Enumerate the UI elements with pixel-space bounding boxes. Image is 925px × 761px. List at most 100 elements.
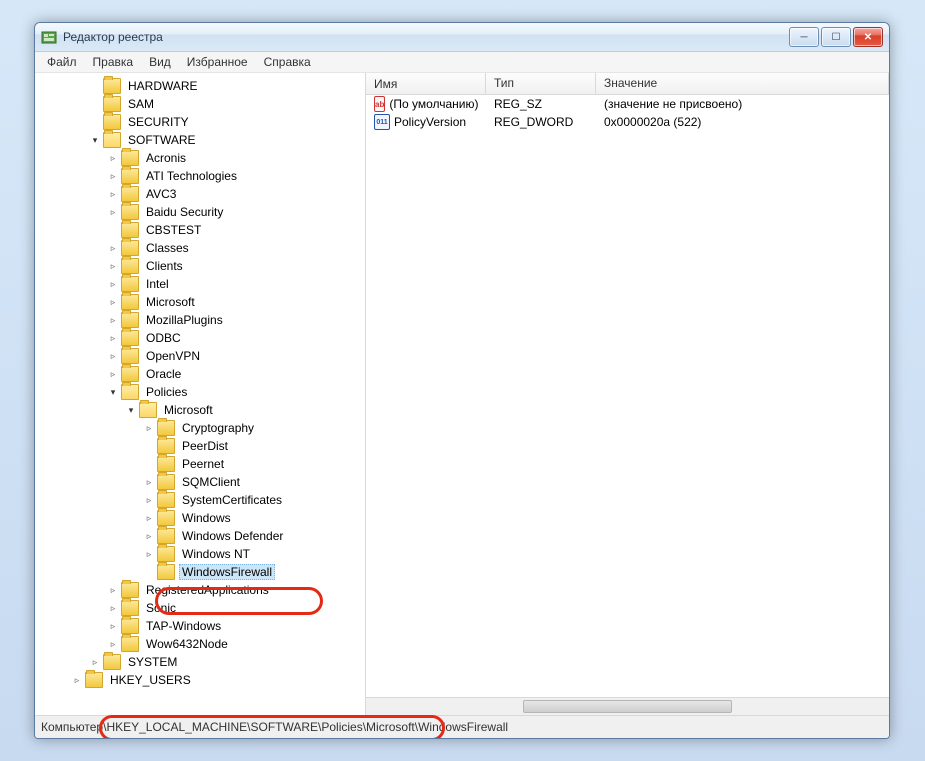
tree-item-label: Windows [179, 510, 234, 526]
tree-item[interactable]: ▹ Oracle [35, 365, 365, 383]
chevron-right-icon[interactable]: ▹ [107, 638, 119, 650]
chevron-right-icon[interactable]: ▹ [107, 368, 119, 380]
tree-item[interactable]: ▾Policies [35, 383, 365, 401]
tree-item-label: TAP-Windows [143, 618, 224, 634]
scrollbar-thumb[interactable] [523, 700, 732, 713]
tree-item[interactable]: ▹MozillaPlugins [35, 311, 365, 329]
chevron-right-icon[interactable]: ▹ [143, 494, 155, 506]
folder-icon [121, 294, 139, 310]
chevron-right-icon[interactable]: ▹ [107, 278, 119, 290]
tree-item[interactable]: ▹ TAP-Windows [35, 617, 365, 635]
tree-item[interactable]: ▹ODBC [35, 329, 365, 347]
tree-item[interactable]: ▹RegisteredApplications [35, 581, 365, 599]
tree-item[interactable]: ▹SYSTEM [35, 653, 365, 671]
list-header[interactable]: Имя Тип Значение [366, 73, 889, 95]
chevron-right-icon[interactable]: ▹ [107, 620, 119, 632]
menu-file[interactable]: Файл [39, 55, 85, 69]
chevron-right-icon[interactable]: ▹ [107, 350, 119, 362]
tree-item[interactable]: ▹Cryptography [35, 419, 365, 437]
tree-item[interactable]: ▹Baidu Security [35, 203, 365, 221]
maximize-button[interactable]: ☐ [821, 27, 851, 47]
chevron-right-icon[interactable]: ▹ [143, 512, 155, 524]
chevron-right-icon[interactable]: ▹ [107, 314, 119, 326]
chevron-right-icon[interactable]: ▹ [107, 188, 119, 200]
chevron-right-icon[interactable]: ▹ [107, 170, 119, 182]
list-row[interactable]: ab(По умолчанию)REG_SZ(значение не присв… [366, 95, 889, 113]
tree-item[interactable]: ▹ SystemCertificates [35, 491, 365, 509]
chevron-right-icon[interactable]: ▹ [107, 296, 119, 308]
folder-icon [121, 366, 139, 382]
tree-item[interactable]: ▹PeerDist [35, 437, 365, 455]
tree-item[interactable]: ▹Peernet [35, 455, 365, 473]
titlebar[interactable]: Редактор реестра ─ ☐ ✕ [35, 23, 889, 52]
tree-item[interactable]: ▹Windows NT [35, 545, 365, 563]
col-header-name[interactable]: Имя [366, 73, 486, 94]
chevron-right-icon[interactable]: ▹ [107, 152, 119, 164]
chevron-right-icon[interactable]: ▹ [107, 260, 119, 272]
list-body[interactable]: ab(По умолчанию)REG_SZ(значение не присв… [366, 95, 889, 697]
chevron-right-icon[interactable]: ▹ [89, 656, 101, 668]
registry-tree[interactable]: ▹HARDWARE▹SAM▹SECURITY▾SOFTWARE▹Acronis▹… [35, 73, 366, 715]
chevron-right-icon[interactable]: ▹ [143, 530, 155, 542]
tree-item[interactable]: ▹SQMClient [35, 473, 365, 491]
col-header-value[interactable]: Значение [596, 73, 889, 94]
chevron-right-icon[interactable]: ▹ [107, 206, 119, 218]
tree-item-label: SOFTWARE [125, 132, 199, 148]
chevron-down-icon[interactable]: ▾ [107, 386, 119, 398]
chevron-right-icon[interactable]: ▹ [71, 674, 83, 686]
tree-item[interactable]: ▹Microsoft [35, 293, 365, 311]
tree-item[interactable]: ▹ ATI Technologies [35, 167, 365, 185]
folder-icon [121, 150, 139, 166]
tree-item-label: ATI Technologies [143, 168, 240, 184]
tree-item[interactable]: ▹AVC3 [35, 185, 365, 203]
tree-item[interactable]: ▹ Wow6432Node [35, 635, 365, 653]
horizontal-scrollbar[interactable] [366, 697, 889, 715]
tree-item[interactable]: ▹Intel [35, 275, 365, 293]
tree-item-label: Wow6432Node [143, 636, 231, 652]
folder-icon [157, 546, 175, 562]
menu-edit[interactable]: Правка [85, 55, 142, 69]
chevron-right-icon[interactable]: ▹ [143, 422, 155, 434]
chevron-right-icon[interactable]: ▹ [107, 584, 119, 596]
folder-icon [103, 132, 121, 148]
folder-icon [121, 312, 139, 328]
chevron-right-icon[interactable]: ▹ [107, 242, 119, 254]
menu-favorites[interactable]: Избранное [179, 55, 256, 69]
tree-item[interactable]: ▹Windows Defender [35, 527, 365, 545]
minimize-button[interactable]: ─ [789, 27, 819, 47]
tree-item-label: HARDWARE [125, 78, 201, 94]
tree-item[interactable]: ▾ SOFTWARE [35, 131, 365, 149]
tree-item[interactable]: ▹ Clients [35, 257, 365, 275]
tree-item[interactable]: ▹CBSTEST [35, 221, 365, 239]
close-button[interactable]: ✕ [853, 27, 883, 47]
chevron-right-icon[interactable]: ▹ [107, 332, 119, 344]
tree-item[interactable]: ▹SECURITY [35, 113, 365, 131]
tree-item[interactable]: ▹ Windows [35, 509, 365, 527]
tree-item[interactable]: ▹WindowsFirewall [35, 563, 365, 581]
tree-item-label: SystemCertificates [179, 492, 285, 508]
tree-item-label: OpenVPN [143, 348, 203, 364]
menu-help[interactable]: Справка [256, 55, 319, 69]
chevron-right-icon[interactable]: ▹ [143, 476, 155, 488]
chevron-down-icon[interactable]: ▾ [89, 134, 101, 146]
tree-item[interactable]: ▹HARDWARE [35, 77, 365, 95]
value-list-panel: Имя Тип Значение ab(По умолчанию)REG_SZ(… [366, 73, 889, 715]
list-row[interactable]: 011PolicyVersionREG_DWORD0x0000020a (522… [366, 113, 889, 131]
chevron-right-icon: ▹ [143, 458, 155, 470]
tree-item[interactable]: ▾Microsoft [35, 401, 365, 419]
menu-view[interactable]: Вид [141, 55, 179, 69]
chevron-right-icon[interactable]: ▹ [143, 548, 155, 560]
tree-item[interactable]: ▹ OpenVPN [35, 347, 365, 365]
tree-item[interactable]: ▹Classes [35, 239, 365, 257]
tree-item[interactable]: ▹Acronis [35, 149, 365, 167]
tree-item[interactable]: ▹Sonic [35, 599, 365, 617]
tree-item-label: Clients [143, 258, 186, 274]
chevron-down-icon[interactable]: ▾ [125, 404, 137, 416]
cell-value: 0x0000020a (522) [596, 115, 889, 129]
tree-item-label: WindowsFirewall [179, 564, 275, 580]
tree-item[interactable]: ▹SAM [35, 95, 365, 113]
chevron-right-icon[interactable]: ▹ [107, 602, 119, 614]
col-header-type[interactable]: Тип [486, 73, 596, 94]
tree-item-label: Oracle [143, 366, 184, 382]
tree-item[interactable]: ▹HKEY_USERS [35, 671, 365, 689]
